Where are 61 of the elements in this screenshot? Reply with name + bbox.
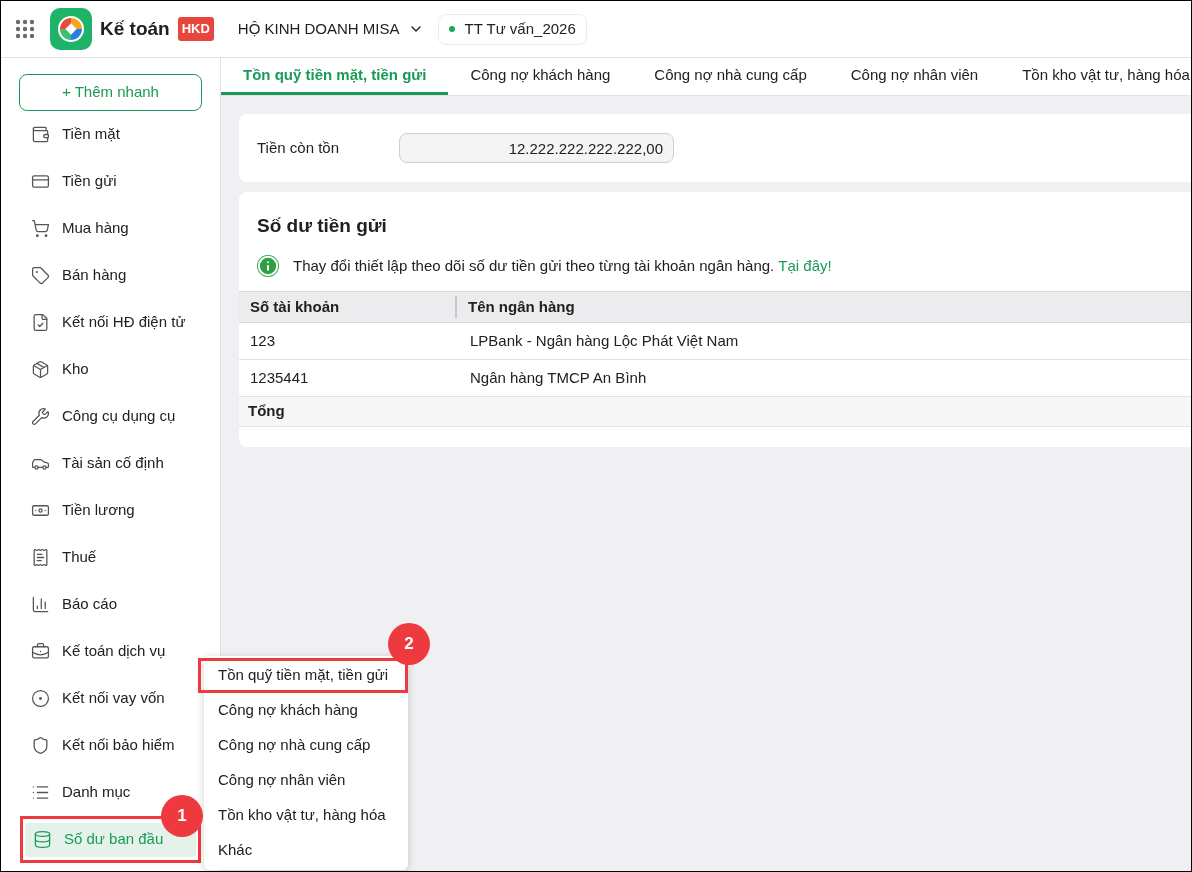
- box-icon: [31, 360, 50, 379]
- step-number-badge: 1: [161, 795, 203, 837]
- sidebar-item[interactable]: Tài sản cố định: [23, 446, 198, 481]
- cart-icon: [31, 219, 50, 238]
- tab[interactable]: Công nợ nhà cung cấp: [632, 58, 829, 95]
- info-icon: [257, 254, 279, 277]
- circle-icon: [31, 689, 50, 708]
- sidebar-item[interactable]: Kết nối bảo hiểm: [23, 728, 198, 763]
- card-icon: [31, 172, 50, 191]
- workspace-chip[interactable]: TT Tư vấn_2026: [437, 13, 587, 45]
- database-icon: [33, 830, 52, 849]
- document-check-icon: [31, 313, 50, 332]
- sidebar-item[interactable]: Kho: [23, 352, 198, 387]
- workspace-name: TT Tư vấn_2026: [464, 18, 576, 39]
- sidebar-item[interactable]: Kết nối vay vốn: [23, 681, 198, 716]
- sidebar-item[interactable]: Tiền lương: [23, 493, 198, 528]
- wallet-icon: [31, 125, 50, 144]
- app-name: Kế toán: [100, 16, 170, 41]
- submenu-item[interactable]: Khác: [204, 833, 408, 868]
- company-selector[interactable]: HỘ KINH DOANH MISA: [237, 17, 424, 41]
- table-cell-text: Ngân hàng TMCP An Bình: [469, 367, 647, 388]
- table-cell-text: LPBank - Ngân hàng Lộc Phát Việt Nam: [469, 330, 739, 351]
- tab[interactable]: Tồn kho vật tư, hàng hóa: [1000, 58, 1191, 95]
- sidebar-item[interactable]: Thuế: [23, 540, 198, 575]
- sidebar-item[interactable]: Công cụ dụng cụ: [23, 399, 198, 434]
- sidebar-item[interactable]: Mua hàng: [23, 211, 198, 246]
- tag-icon: [31, 266, 50, 285]
- deposits-title: Số dư tiền gửi: [256, 214, 388, 238]
- submenu-item[interactable]: Công nợ khách hàng: [204, 693, 408, 728]
- tab[interactable]: Công nợ khách hàng: [448, 58, 633, 95]
- wrench-icon: [31, 407, 50, 426]
- sidebar-item[interactable]: Kế toán dịch vụ: [23, 634, 198, 669]
- tab[interactable]: Công nợ nhân viên: [828, 58, 1001, 95]
- plan-badge: HKD: [177, 17, 214, 41]
- column-header: Số tài khoản: [239, 295, 457, 319]
- sidebar-item[interactable]: Báo cáo: [23, 587, 198, 622]
- table-cell-text: 1235441: [249, 367, 310, 388]
- app-grid-icon[interactable]: [15, 19, 35, 39]
- app-logo-icon: [50, 8, 92, 50]
- quick-add-button[interactable]: + Thêm nhanh: [19, 74, 202, 111]
- briefcase-icon: [31, 642, 50, 661]
- table-cell-text: 123: [249, 330, 277, 351]
- tab[interactable]: Tồn quỹ tiền mặt, tiền gửi: [221, 58, 449, 95]
- receipt-icon: [31, 548, 50, 567]
- column-header: Tên ngân hàng: [467, 296, 575, 317]
- submenu-item[interactable]: Công nợ nhà cung cấp: [204, 728, 408, 763]
- list-icon: [31, 783, 50, 802]
- submenu-item[interactable]: Tồn kho vật tư, hàng hóa: [204, 798, 408, 833]
- settings-link[interactable]: Tại đây!: [778, 254, 832, 277]
- submenu-item[interactable]: Tồn quỹ tiền mặt, tiền gửi: [198, 658, 408, 693]
- sidebar-item[interactable]: Tiền gửi: [23, 164, 198, 199]
- sidebar-item[interactable]: Bán hàng: [23, 258, 198, 293]
- shield-icon: [31, 736, 50, 755]
- sidebar-item[interactable]: Kết nối HĐ điện tử: [23, 305, 198, 340]
- bar-chart-icon: [31, 595, 50, 614]
- sidebar-item[interactable]: Tiền mặt: [23, 117, 198, 152]
- submenu-item[interactable]: Công nợ nhân viên: [204, 763, 408, 798]
- cash-balance-field[interactable]: 12.222.222.222.222,00: [399, 133, 674, 163]
- total-label: Tổng: [247, 401, 285, 422]
- notice-text: Thay đổi thiết lập theo dõi số dư tiền gửi theo từng tài khoản ngân hàng.: [293, 255, 775, 276]
- cash-label: Tiền còn tồn: [257, 137, 340, 158]
